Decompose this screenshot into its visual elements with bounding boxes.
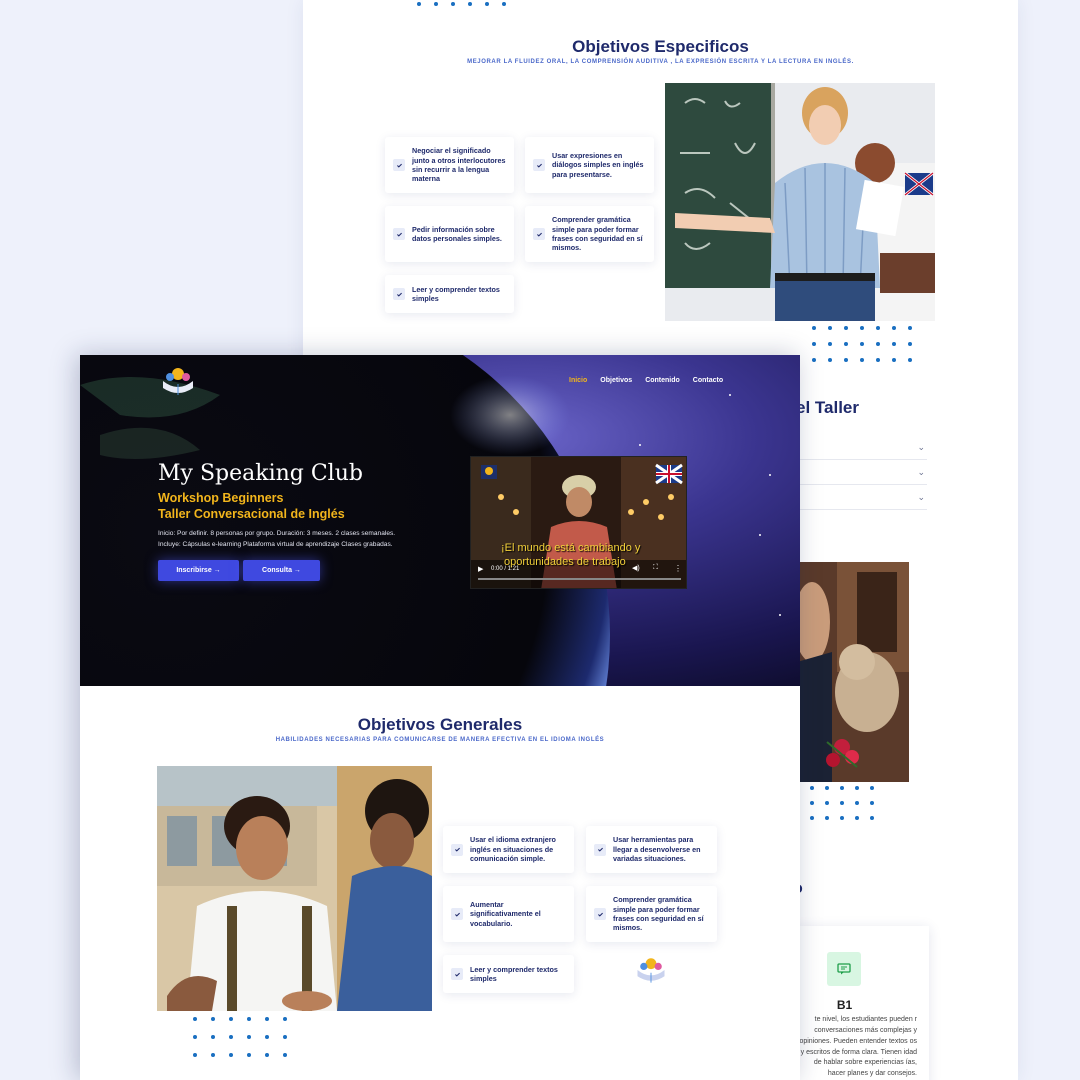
nav-item-objetivos[interactable]: Objetivos — [600, 377, 632, 384]
hero-details: Inicio: Por definir. 8 personas por grup… — [158, 530, 396, 537]
level-description: te nivel, los estudiantes pueden r conve… — [799, 1016, 917, 1078]
accordion-item[interactable]: ⌄ — [797, 486, 927, 510]
chevron-down-icon: ⌄ — [917, 467, 925, 477]
objetivos-generales-subtitle: HABILIDADES NECESARIAS PARA COMUNICARSE … — [275, 737, 605, 743]
main-nav: Inicio Objetivos Contenido Contacto — [569, 377, 723, 384]
objective-text: Leer y comprender textos simples — [470, 964, 558, 983]
chevron-down-icon: ⌄ — [917, 492, 925, 502]
woman-photo — [797, 562, 909, 782]
more-options-icon[interactable]: ⋮ — [674, 564, 682, 573]
club-logo — [633, 953, 669, 987]
level-name: B1 — [836, 998, 853, 1012]
objective-text: Negociar el significado junto a otros in… — [412, 146, 506, 184]
teacher-photo — [665, 83, 935, 321]
accordion-item[interactable]: ⌄ — [797, 436, 927, 460]
video-controls: ▶ 0:00 / 1:21 ◀) ⛶ ⋮ — [471, 558, 686, 588]
objetivos-generales-title: Objetivos Generales — [357, 715, 523, 734]
objective-text: Pedir información sobre datos personales… — [412, 224, 502, 243]
chevron-down-icon: ⌄ — [917, 442, 925, 452]
objective-card: Usar herramientas para llegar a desenvol… — [586, 826, 717, 873]
nav-item-contacto[interactable]: Contacto — [693, 377, 723, 384]
objective-card: Negociar el significado junto a otros in… — [385, 137, 514, 193]
objective-card: Aumentar significativamente el vocabular… — [443, 886, 574, 942]
check-icon — [533, 228, 545, 240]
objective-text: Comprender gramática simple para poder f… — [613, 895, 704, 933]
decorative-dots — [795, 786, 874, 820]
check-icon — [451, 968, 463, 980]
hero-title: My Speaking Club — [158, 461, 363, 486]
objective-text: Comprender gramática simple para poder f… — [552, 215, 643, 253]
check-icon — [393, 288, 405, 300]
hero-subtitle-1: Workshop Beginners — [158, 491, 284, 505]
level-card: B1 te nivel, los estudiantes pueden r co… — [797, 926, 929, 1080]
objetivos-especificos-subtitle: MEJORAR LA FLUIDEZ ORAL, LA COMPRENSIÓN … — [467, 59, 854, 65]
check-icon — [451, 843, 463, 856]
hero-subtitle-2: Taller Conversacional de Inglés — [158, 507, 345, 521]
nav-item-inicio[interactable]: Inicio — [569, 377, 587, 384]
check-icon — [594, 843, 606, 856]
front-page-preview: Inicio Objetivos Contenido Contacto My S… — [80, 355, 800, 1080]
decorative-dots — [417, 2, 506, 6]
consulta-button[interactable]: Consulta → — [243, 560, 320, 581]
objective-card: Leer y comprender textos simples — [443, 955, 574, 993]
decorative-dots — [193, 1017, 287, 1057]
check-icon — [393, 228, 405, 240]
objective-card: Comprender gramática simple para poder f… — [586, 886, 717, 942]
objetivos-especificos-title: Objetivos Especificos — [572, 37, 749, 56]
inscribirse-button[interactable]: Inscribirse → — [158, 560, 239, 581]
objective-text: Usar expresiones en diálogos simples en … — [552, 150, 644, 179]
check-icon — [533, 159, 545, 171]
fullscreen-icon[interactable]: ⛶ — [653, 564, 658, 572]
check-icon — [451, 908, 463, 920]
video-progress-bar[interactable] — [478, 578, 681, 580]
objective-card: Pedir información sobre datos personales… — [385, 206, 514, 262]
objective-card: Leer y comprender textos simples — [385, 275, 514, 313]
volume-icon[interactable]: ◀) — [632, 564, 640, 572]
video-player[interactable]: ¡El mundo está cambiando y oportunidades… — [470, 456, 687, 589]
objective-text: Usar herramientas para llegar a desenvol… — [613, 835, 701, 864]
students-photo — [157, 766, 432, 1011]
logo[interactable] — [158, 363, 198, 399]
nav-item-contenido[interactable]: Contenido — [645, 377, 680, 384]
decorative-dots — [812, 326, 912, 362]
accordion-item[interactable]: ⌄ — [797, 461, 927, 485]
video-caption-line-1: ¡El mundo está cambiando y — [501, 542, 641, 554]
taller-title: el Taller — [796, 398, 859, 417]
video-time: 0:00 / 1:21 — [491, 566, 520, 572]
hero-includes: Incluye: Cápsulas e-learning Plataforma … — [158, 541, 393, 548]
objective-text: Usar el idioma extranjero inglés en situ… — [470, 835, 556, 864]
objective-text: Leer y comprender textos simples — [412, 284, 500, 303]
chat-icon — [827, 952, 861, 986]
objective-card: Usar el idioma extranjero inglés en situ… — [443, 826, 574, 873]
hero-section: Inicio Objetivos Contenido Contacto My S… — [80, 355, 800, 686]
play-icon[interactable]: ▶ — [478, 565, 483, 573]
check-icon — [594, 908, 606, 920]
objective-card: Usar expresiones en diálogos simples en … — [525, 137, 654, 193]
check-icon — [393, 159, 405, 171]
objective-card: Comprender gramática simple para poder f… — [525, 206, 654, 262]
objective-text: Aumentar significativamente el vocabular… — [470, 899, 541, 928]
